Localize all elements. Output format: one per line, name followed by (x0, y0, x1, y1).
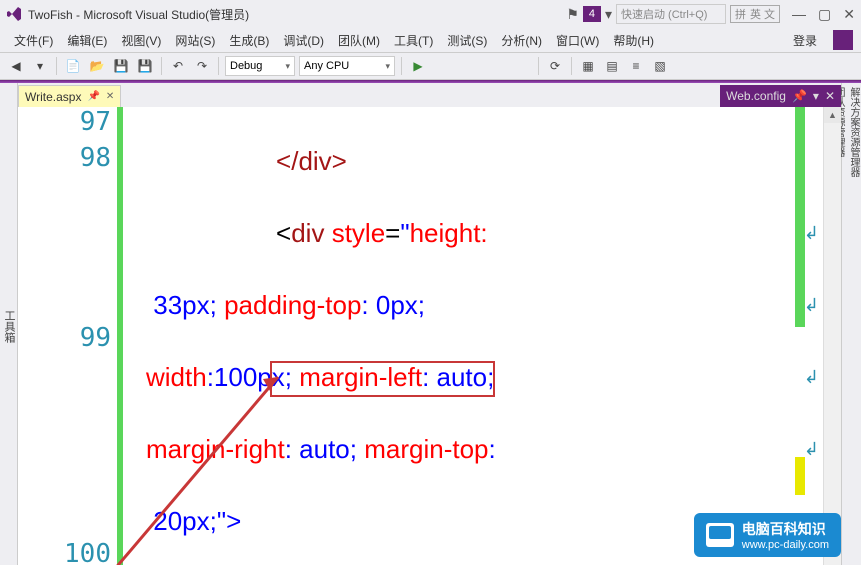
tabbar-right: Web.config 📌 ▾ ✕ (720, 85, 841, 107)
tool-icon-2[interactable]: ▤ (602, 56, 622, 76)
tool-icon-4[interactable]: ▧ (650, 56, 670, 76)
line-number: 97 (18, 107, 117, 143)
ime-indicator[interactable]: 拼英 文 (730, 5, 780, 23)
watermark-cn: 电脑百科知识 (742, 519, 829, 539)
login-link[interactable]: 登录 (787, 30, 823, 51)
right-sidebar[interactable]: 解决方案资源管理器 团队资源管理器 属性 (841, 83, 861, 565)
tool-icon-3[interactable]: ≡ (626, 56, 646, 76)
menu-debug[interactable]: 调试(D) (277, 30, 330, 51)
nav-back-button[interactable]: ◀ (6, 56, 26, 76)
browser-combo[interactable] (432, 56, 532, 76)
tab-close-icon[interactable]: ✕ (106, 91, 114, 102)
notification-badge[interactable]: 4 (583, 6, 601, 22)
config-combo[interactable]: Debug (225, 56, 295, 76)
toolbar: ◀ ▾ 📄 📂 💾 💾 ↶ ↷ Debug Any CPU ▶ ⟳ ▦ ▤ ≡ … (0, 52, 861, 80)
line-number: 99 (18, 323, 117, 539)
platform-combo[interactable]: Any CPU (299, 56, 395, 76)
tab-menu-icon[interactable]: ▾ (813, 89, 819, 103)
persona-icon[interactable] (833, 30, 853, 50)
line-number: 100 (18, 539, 117, 565)
tool-icon-1[interactable]: ▦ (578, 56, 598, 76)
menu-edit[interactable]: 编辑(E) (61, 30, 113, 51)
minimize-button[interactable]: — (792, 6, 806, 23)
watermark: 电脑百科知识 www.pc-daily.com (694, 513, 841, 557)
quicklaunch-input[interactable]: 快速启动 (Ctrl+Q) (616, 4, 726, 24)
undo-button[interactable]: ↶ (168, 56, 188, 76)
titlebar: TwoFish - Microsoft Visual Studio(管理员) ⚑… (0, 0, 861, 28)
maximize-button[interactable]: ▢ (818, 6, 831, 23)
wrap-icon: ↲ (804, 287, 819, 323)
menu-window[interactable]: 窗口(W) (550, 30, 605, 51)
line-number: 98 (18, 143, 117, 323)
change-marker-yellow (795, 457, 805, 495)
monitor-icon (706, 523, 734, 547)
vertical-scrollbar[interactable]: ▲ (823, 107, 841, 565)
tab-close-all-icon[interactable]: ✕ (825, 89, 835, 103)
save-button[interactable]: 💾 (111, 56, 131, 76)
sidebar-item[interactable]: 解决方案资源管理器 (846, 87, 861, 565)
nav-fwd-button[interactable]: ▾ (30, 56, 50, 76)
tab-label: Write.aspx (25, 90, 81, 104)
menu-build[interactable]: 生成(B) (223, 30, 275, 51)
menu-test[interactable]: 测试(S) (441, 30, 493, 51)
toolbox-sidebar[interactable]: 工具箱 (0, 83, 18, 565)
new-item-button[interactable]: 📄 (63, 56, 83, 76)
workspace: 工具箱 Write.aspx 📌 ✕ Web.config 📌 ▾ ✕ 97 9… (0, 83, 861, 565)
vs-logo-icon (6, 6, 22, 22)
window-title: TwoFish - Microsoft Visual Studio(管理员) (28, 6, 566, 23)
save-all-button[interactable]: 💾 (135, 56, 155, 76)
menubar: 文件(F) 编辑(E) 视图(V) 网站(S) 生成(B) 调试(D) 团队(M… (0, 28, 861, 52)
close-button[interactable]: ✕ (843, 6, 855, 23)
menu-analyze[interactable]: 分析(N) (495, 30, 548, 51)
menu-website[interactable]: 网站(S) (169, 30, 221, 51)
open-button[interactable]: 📂 (87, 56, 107, 76)
menu-file[interactable]: 文件(F) (8, 30, 59, 51)
start-debug-button[interactable]: ▶ (408, 56, 428, 76)
pin-icon[interactable]: 📌 (87, 91, 99, 102)
watermark-en: www.pc-daily.com (742, 539, 829, 551)
code-editor[interactable]: 97 98 99 100 </div> <div style="height:↲… (18, 107, 841, 565)
document-tabbar: Write.aspx 📌 ✕ Web.config 📌 ▾ ✕ (18, 83, 841, 107)
gutter: 97 98 99 100 (18, 107, 118, 565)
wrap-icon: ↲ (804, 359, 819, 395)
editor-area: Write.aspx 📌 ✕ Web.config 📌 ▾ ✕ 97 98 99… (18, 83, 841, 565)
code-content[interactable]: </div> <div style="height:↲ 33px; paddin… (118, 107, 823, 565)
menu-view[interactable]: 视图(V) (115, 30, 167, 51)
menu-help[interactable]: 帮助(H) (607, 30, 660, 51)
wrap-icon: ↲ (804, 215, 819, 251)
refresh-icon[interactable]: ⟳ (545, 56, 565, 76)
tab-active[interactable]: Write.aspx 📌 ✕ (18, 85, 121, 107)
wrap-icon: ↲ (804, 431, 819, 467)
title-right-cluster: ⚑ 4 ▾ 快速启动 (Ctrl+Q) 拼英 文 — ▢ ✕ (566, 4, 855, 24)
change-marker (795, 107, 805, 327)
tab-inactive-label[interactable]: Web.config (726, 89, 786, 103)
redo-button[interactable]: ↷ (192, 56, 212, 76)
annotation-highlight-box (270, 361, 495, 397)
chevron-down-icon[interactable]: ▾ (605, 6, 612, 23)
flag-icon[interactable]: ⚑ (566, 6, 579, 23)
menu-team[interactable]: 团队(M) (332, 30, 386, 51)
scroll-up-button[interactable]: ▲ (824, 107, 841, 123)
menu-tools[interactable]: 工具(T) (388, 30, 439, 51)
pin-icon[interactable]: 📌 (792, 89, 807, 103)
